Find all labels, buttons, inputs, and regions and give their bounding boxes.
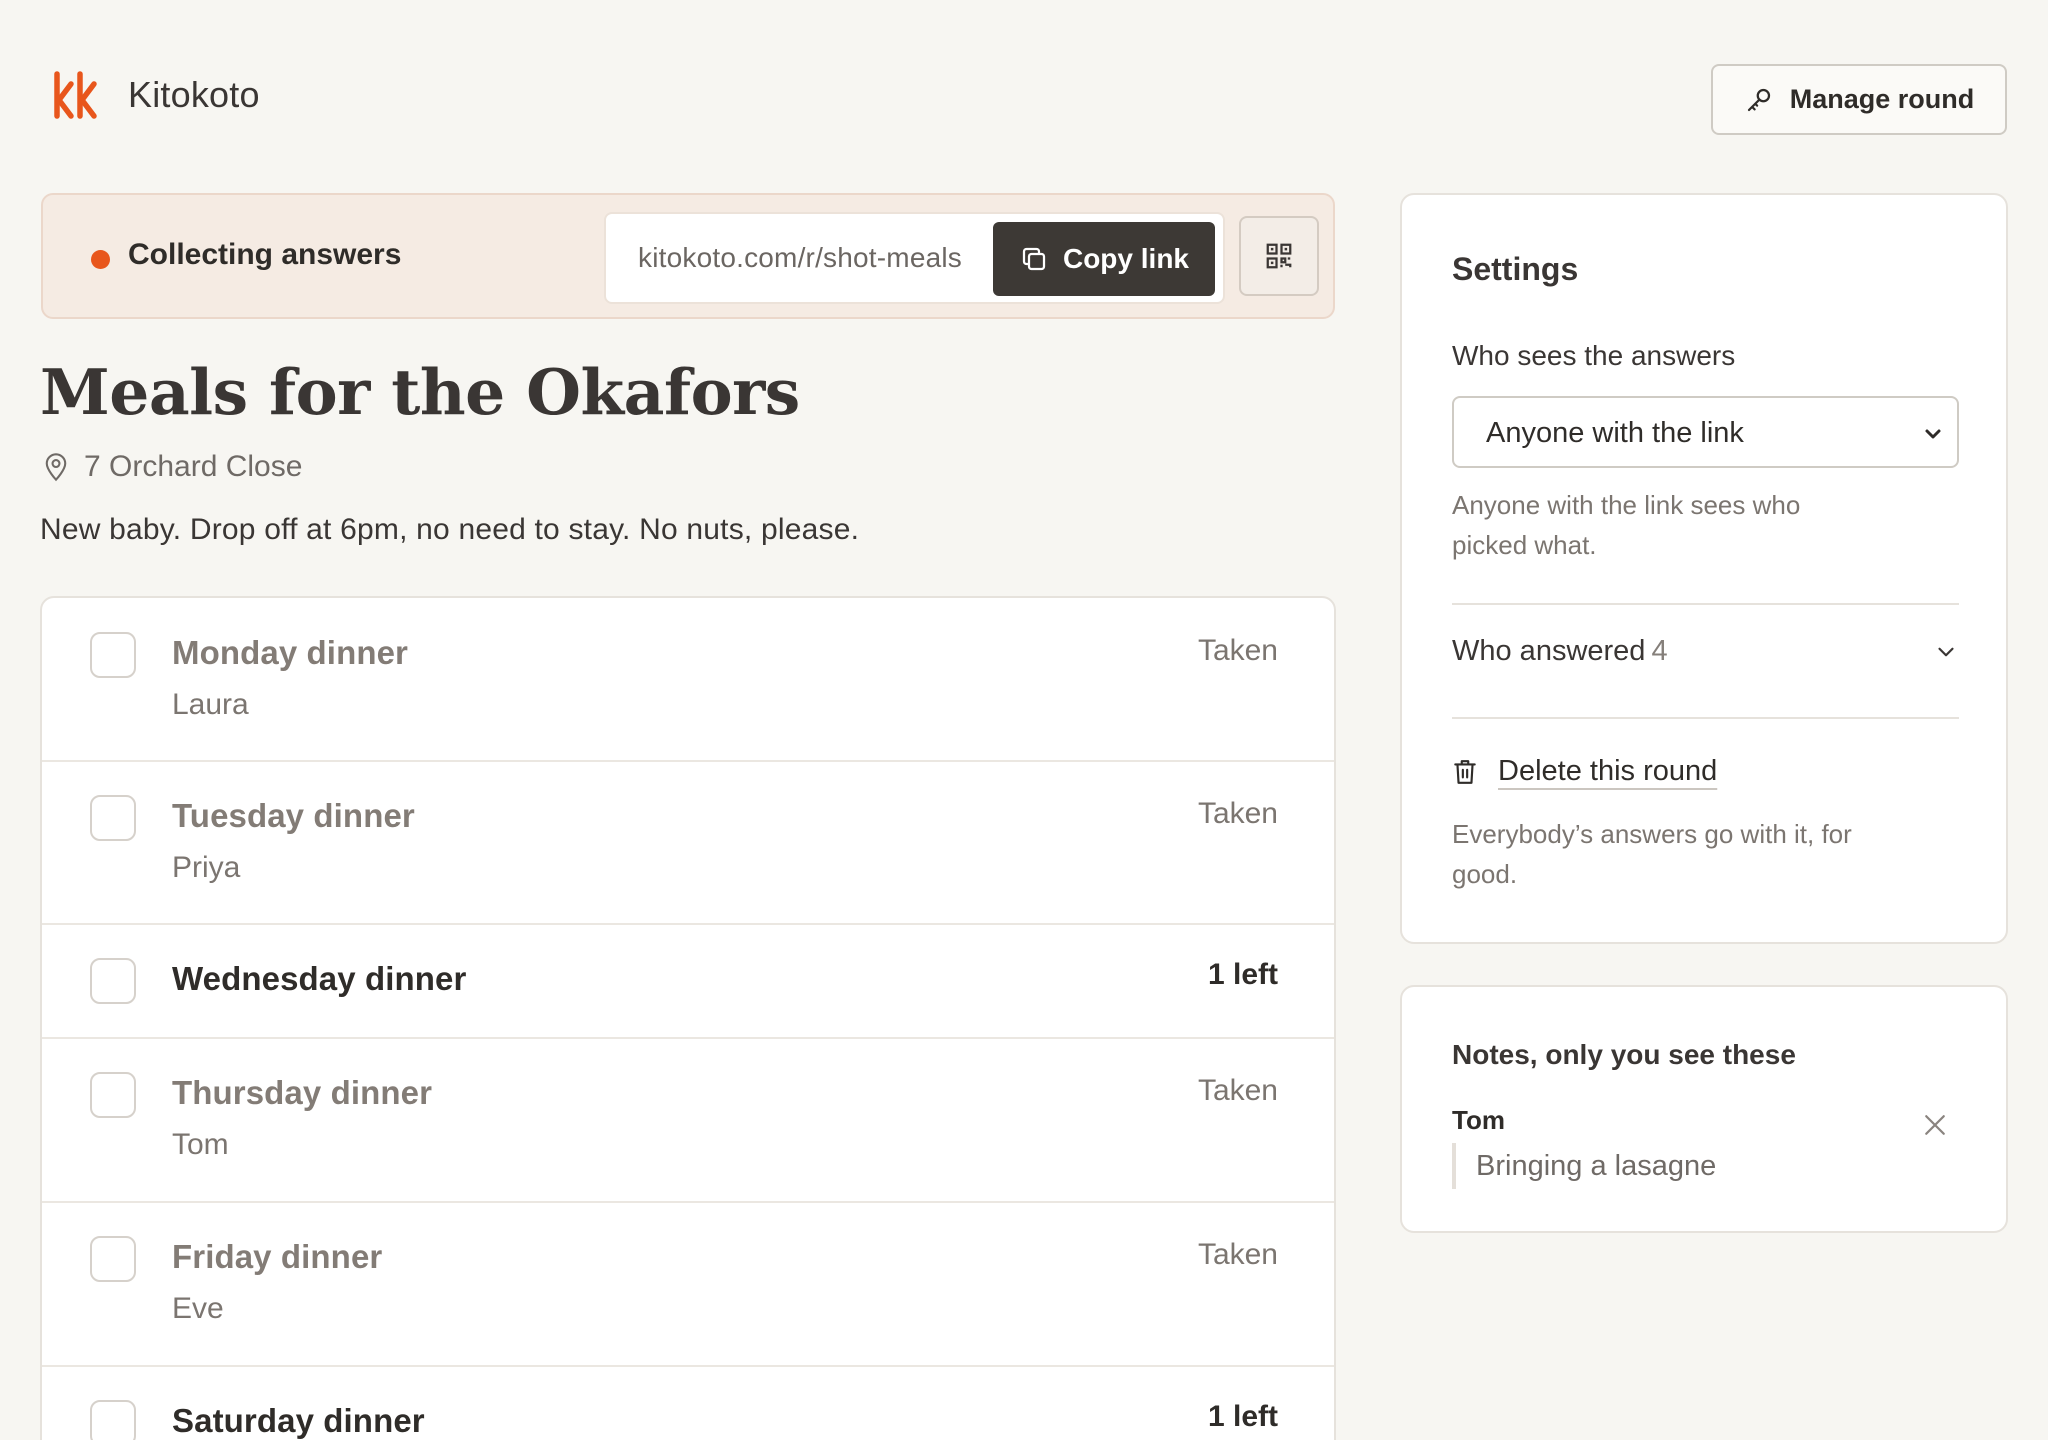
round-note: New baby. Drop off at 6pm, no need to st… — [40, 513, 860, 546]
share-link-url[interactable]: kitokoto.com/r/shot-meals — [638, 242, 962, 274]
meal-name: Tuesday dinner — [172, 797, 415, 834]
trash-icon — [1454, 759, 1476, 784]
notes-title: Notes, only you see these — [1452, 1039, 1796, 1070]
manage-round-label: Manage round — [1789, 84, 1975, 114]
key-icon — [1747, 88, 1770, 111]
meal-checkbox[interactable] — [90, 1072, 136, 1118]
meal-row-friday[interactable]: Friday dinner Eve Taken — [42, 1203, 1334, 1367]
meal-name: Friday dinner — [172, 1238, 383, 1275]
meal-row-saturday[interactable]: Saturday dinner 1 left — [42, 1367, 1334, 1440]
meal-name: Thursday dinner — [172, 1074, 433, 1111]
meal-status: Taken — [1197, 797, 1278, 830]
meal-name: Wednesday dinner — [172, 960, 467, 997]
delete-round-label: Delete this round — [1498, 755, 1718, 787]
meal-status: 1 left — [1207, 1400, 1278, 1433]
meal-person: Priya — [172, 851, 241, 884]
meal-status: Taken — [1197, 1238, 1278, 1271]
status-bar: Collecting answers kitokoto.com/r/shot-m… — [41, 193, 1335, 319]
notes-card: Notes, only you see these Tom Bringing a… — [1400, 985, 2008, 1233]
meal-checkbox[interactable] — [90, 632, 136, 678]
qr-code-button[interactable] — [1239, 216, 1319, 296]
meal-name: Monday dinner — [172, 634, 408, 671]
who-answered-text: Who answered — [1452, 635, 1646, 667]
meal-status: Taken — [1197, 634, 1278, 667]
delete-round-button[interactable]: Delete this round — [1452, 755, 1717, 788]
page-title: Meals for the Okafors — [40, 355, 800, 429]
copy-link-button[interactable]: Copy link — [993, 222, 1215, 296]
settings-card: Settings Who sees the answers Anyone wit… — [1400, 193, 2008, 944]
meal-checkbox[interactable] — [90, 795, 136, 841]
meal-person: Laura — [172, 688, 249, 721]
status-dot — [91, 250, 110, 269]
meal-list: Monday dinner Laura Taken Tuesday dinner… — [40, 596, 1336, 1440]
who-sees-label: Who sees the answers — [1452, 340, 1736, 371]
meal-name: Saturday dinner — [172, 1402, 425, 1439]
header: Kitokoto Manage round — [0, 0, 2048, 190]
settings-title: Settings — [1452, 251, 1579, 287]
manage-round-button[interactable]: Manage round — [1711, 64, 2007, 135]
copy-icon — [1022, 247, 1046, 271]
visibility-help: Anyone with the link sees who picked wha… — [1452, 490, 1801, 560]
brand[interactable]: Kitokoto — [52, 70, 260, 120]
meal-checkbox[interactable] — [90, 1236, 136, 1282]
chevron-down-icon — [1938, 647, 1954, 657]
share-link-box: kitokoto.com/r/shot-meals Copy link — [604, 212, 1225, 304]
qr-code-icon — [1266, 243, 1292, 269]
chevron-down-icon — [1925, 429, 1941, 439]
meal-row-monday[interactable]: Monday dinner Laura Taken — [42, 598, 1334, 762]
location: 7 Orchard Close — [42, 450, 302, 484]
meal-checkbox[interactable] — [90, 1400, 136, 1440]
meal-status: Taken — [1197, 1074, 1278, 1107]
copy-link-label: Copy link — [1062, 243, 1189, 274]
meal-checkbox[interactable] — [90, 958, 136, 1004]
page: Kitokoto Manage round Collecting answers… — [0, 0, 2048, 1440]
note-text: Bringing a lasagne — [1452, 1143, 1716, 1189]
close-icon[interactable] — [1920, 1110, 1950, 1140]
who-answered-toggle[interactable]: Who answered 4 — [1452, 617, 1959, 687]
visibility-select[interactable]: Anyone with the link — [1452, 396, 1959, 468]
location-text: 7 Orchard Close — [84, 450, 303, 483]
status-text: Collecting answers — [128, 238, 402, 271]
meal-row-wednesday[interactable]: Wednesday dinner 1 left — [42, 925, 1334, 1039]
meal-row-tuesday[interactable]: Tuesday dinner Priya Taken — [42, 762, 1334, 925]
visibility-value: Anyone with the link — [1486, 417, 1744, 449]
meal-person: Tom — [172, 1128, 229, 1161]
note-author: Tom — [1452, 1105, 1505, 1135]
who-answered-label: Who answered 4 — [1452, 635, 1668, 668]
divider — [1452, 717, 1959, 719]
meal-status: 1 left — [1207, 958, 1278, 991]
brand-name: Kitokoto — [128, 74, 260, 115]
who-answered-count: 4 — [1651, 635, 1668, 667]
kk-logo-icon — [54, 71, 97, 119]
meal-person: Eve — [172, 1292, 224, 1325]
divider — [1452, 603, 1959, 605]
delete-help: Everybody’s answers go with it, for good… — [1452, 819, 1852, 889]
map-pin-icon — [45, 453, 67, 482]
meal-row-thursday[interactable]: Thursday dinner Tom Taken — [42, 1039, 1334, 1203]
